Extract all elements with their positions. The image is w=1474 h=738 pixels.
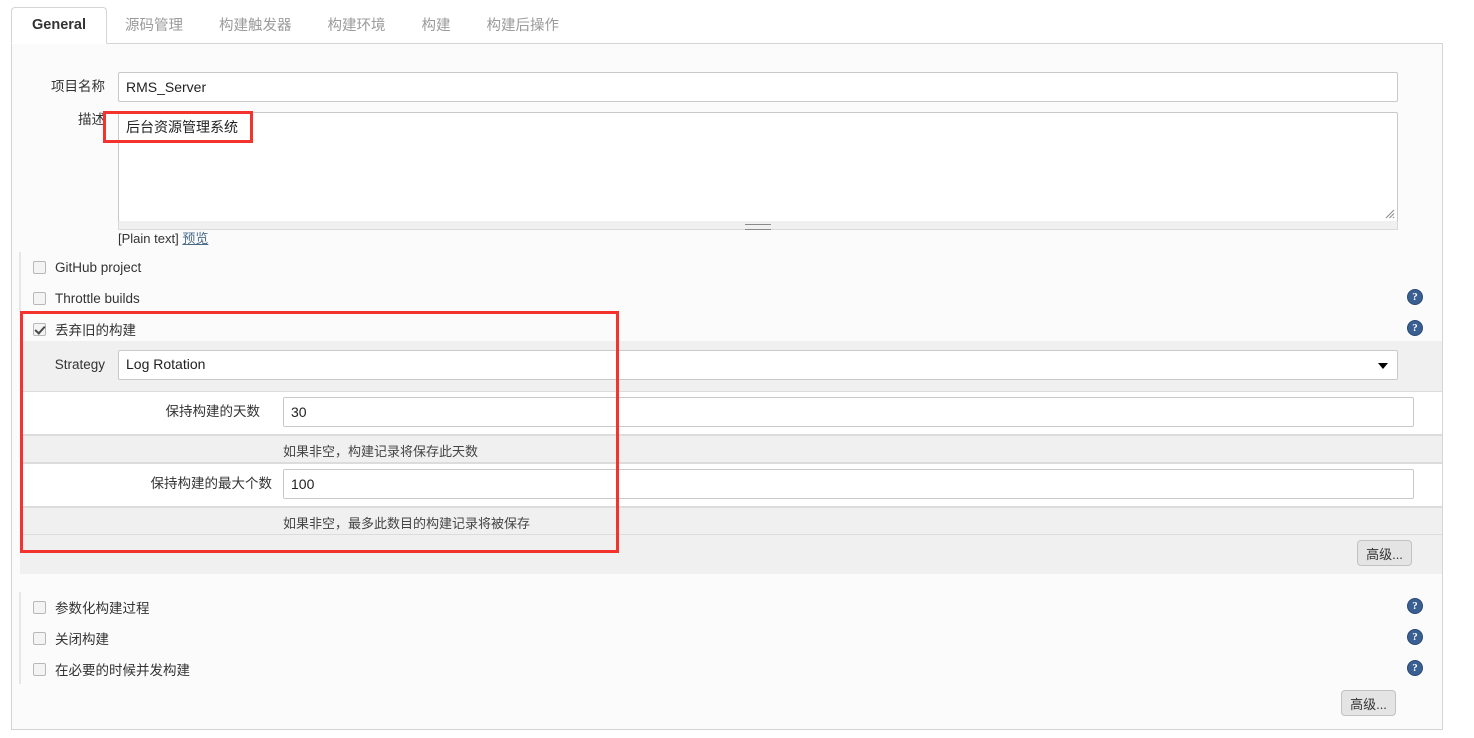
max-builds-to-keep-label: 保持构建的最大个数 <box>150 476 273 491</box>
option-row-throttle-builds[interactable]: Throttle builds <box>33 288 140 308</box>
chevron-down-icon <box>1378 363 1388 369</box>
drag-grip-icon <box>745 224 771 230</box>
advanced-button-discard[interactable]: 高级... <box>1357 540 1412 566</box>
help-icon-discard-old-builds[interactable]: ? <box>1407 320 1423 336</box>
max-builds-to-keep-input[interactable] <box>283 469 1414 499</box>
days-to-keep-input[interactable] <box>283 397 1414 427</box>
project-name-label: 项目名称 <box>51 79 105 94</box>
checkbox-throttle-builds[interactable] <box>33 291 46 305</box>
config-tab-bar: General 源码管理 构建触发器 构建环境 构建 构建后操作 <box>0 0 1474 44</box>
checkbox-discard-old-builds[interactable] <box>33 322 46 336</box>
option-row-disable-build[interactable]: 关闭构建 <box>33 628 109 648</box>
label-disable-build: 关闭构建 <box>55 632 109 647</box>
checkbox-github-project[interactable] <box>33 260 46 274</box>
stripe-days-hint <box>20 435 1442 463</box>
help-icon-parameterized-build[interactable]: ? <box>1407 598 1423 614</box>
tab-build[interactable]: 构建 <box>404 8 469 44</box>
block-guide-line-top <box>19 252 21 312</box>
option-row-concurrent-build[interactable]: 在必要的时候并发构建 <box>33 659 190 679</box>
strategy-select[interactable]: Log Rotation <box>118 350 1398 380</box>
description-markup-info: [Plain text] 预览 <box>118 228 208 247</box>
max-builds-to-keep-hint: 如果非空，最多此数目的构建记录将被保存 <box>283 516 531 531</box>
strategy-label: Strategy <box>54 357 105 372</box>
description-row: 描述 <box>0 112 105 128</box>
preview-link[interactable]: 预览 <box>182 231 208 246</box>
description-label: 描述 <box>78 112 105 127</box>
option-row-discard-old-builds[interactable]: 丢弃旧的构建 <box>33 319 136 339</box>
advanced-button-general[interactable]: 高级... <box>1341 690 1396 716</box>
block-guide-line-bottom <box>19 592 21 684</box>
label-github-project: GitHub project <box>55 259 142 275</box>
checkbox-parameterized-build[interactable] <box>33 600 46 614</box>
description-textarea-wrapper <box>118 112 1398 222</box>
description-drag-handle[interactable] <box>118 221 1398 230</box>
project-name-row: 项目名称 <box>0 72 105 95</box>
tab-build-environment[interactable]: 构建环境 <box>310 8 404 44</box>
tab-list: General 源码管理 构建触发器 构建环境 构建 构建后操作 <box>11 7 578 44</box>
tab-source-code-management[interactable]: 源码管理 <box>107 8 201 44</box>
label-throttle-builds: Throttle builds <box>55 290 140 306</box>
label-concurrent-build: 在必要的时候并发构建 <box>55 663 190 678</box>
checkbox-concurrent-build[interactable] <box>33 662 46 676</box>
description-textarea[interactable] <box>119 113 1397 221</box>
help-icon-throttle-builds[interactable]: ? <box>1407 289 1423 305</box>
stripe-max-hint <box>20 507 1442 535</box>
help-icon-concurrent-build[interactable]: ? <box>1407 660 1423 676</box>
days-to-keep-label: 保持构建的天数 <box>165 404 261 419</box>
jenkins-job-config-page: General 源码管理 构建触发器 构建环境 构建 构建后操作 项目名称 描述… <box>0 0 1474 738</box>
label-parameterized-build: 参数化构建过程 <box>55 601 150 616</box>
checkbox-disable-build[interactable] <box>33 631 46 645</box>
help-icon-disable-build[interactable]: ? <box>1407 629 1423 645</box>
tab-build-triggers[interactable]: 构建触发器 <box>201 8 310 44</box>
days-to-keep-hint: 如果非空，构建记录将保存此天数 <box>283 444 479 459</box>
strategy-selected-value: Log Rotation <box>126 356 206 372</box>
plain-text-marker: [Plain text] <box>118 231 179 246</box>
tab-post-build-actions[interactable]: 构建后操作 <box>469 8 578 44</box>
option-row-parameterized-build[interactable]: 参数化构建过程 <box>33 597 150 617</box>
project-name-input[interactable] <box>118 72 1398 102</box>
label-discard-old-builds: 丢弃旧的构建 <box>55 323 136 338</box>
option-row-github-project[interactable]: GitHub project <box>33 257 141 277</box>
tab-general[interactable]: General <box>11 7 107 44</box>
